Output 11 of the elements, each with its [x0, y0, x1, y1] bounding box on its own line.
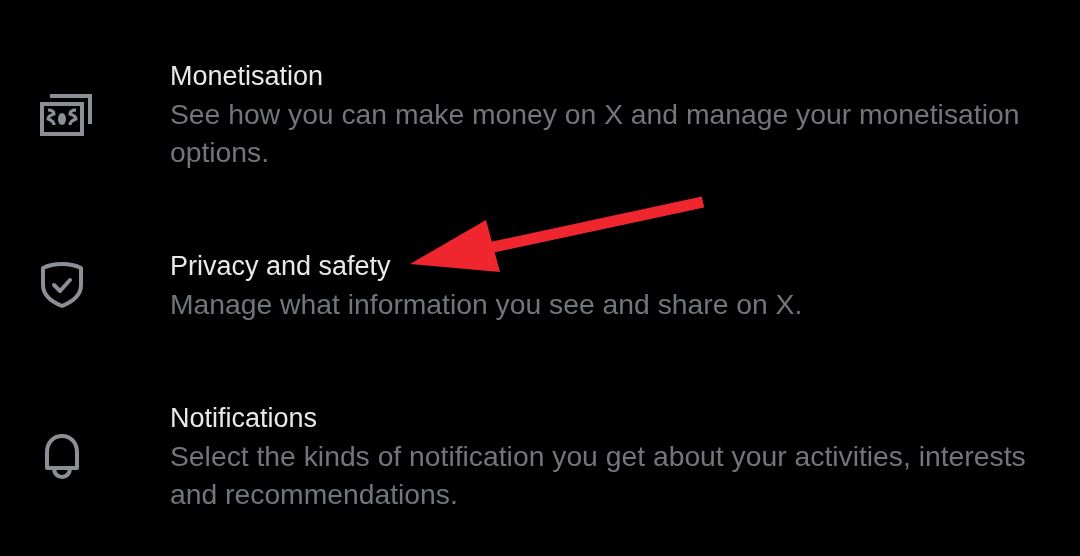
item-title: Privacy and safety	[170, 250, 392, 283]
banknotes-icon	[40, 92, 94, 136]
item-title: Monetisation	[170, 60, 325, 93]
item-title: Notifications	[170, 402, 319, 435]
shield-check-icon	[40, 261, 84, 309]
settings-item[interactable]: Monetisation See how you can make money on X and manage your monetisation options.	[0, 57, 1080, 171]
settings-item[interactable]: Notifications Select the kinds of notification you get about your activities, interests and recommendations.	[0, 399, 1080, 513]
item-description: Manage what information you see and share on X.	[170, 287, 804, 322]
settings-item[interactable]: Privacy and safety Manage what information you see and share on X.	[0, 247, 1080, 323]
item-description: Select the kinds of notification you get about your activities, interests and recommendations.	[170, 439, 1027, 512]
item-description: See how you can make money on X and manage your monetisation options.	[170, 97, 1021, 170]
